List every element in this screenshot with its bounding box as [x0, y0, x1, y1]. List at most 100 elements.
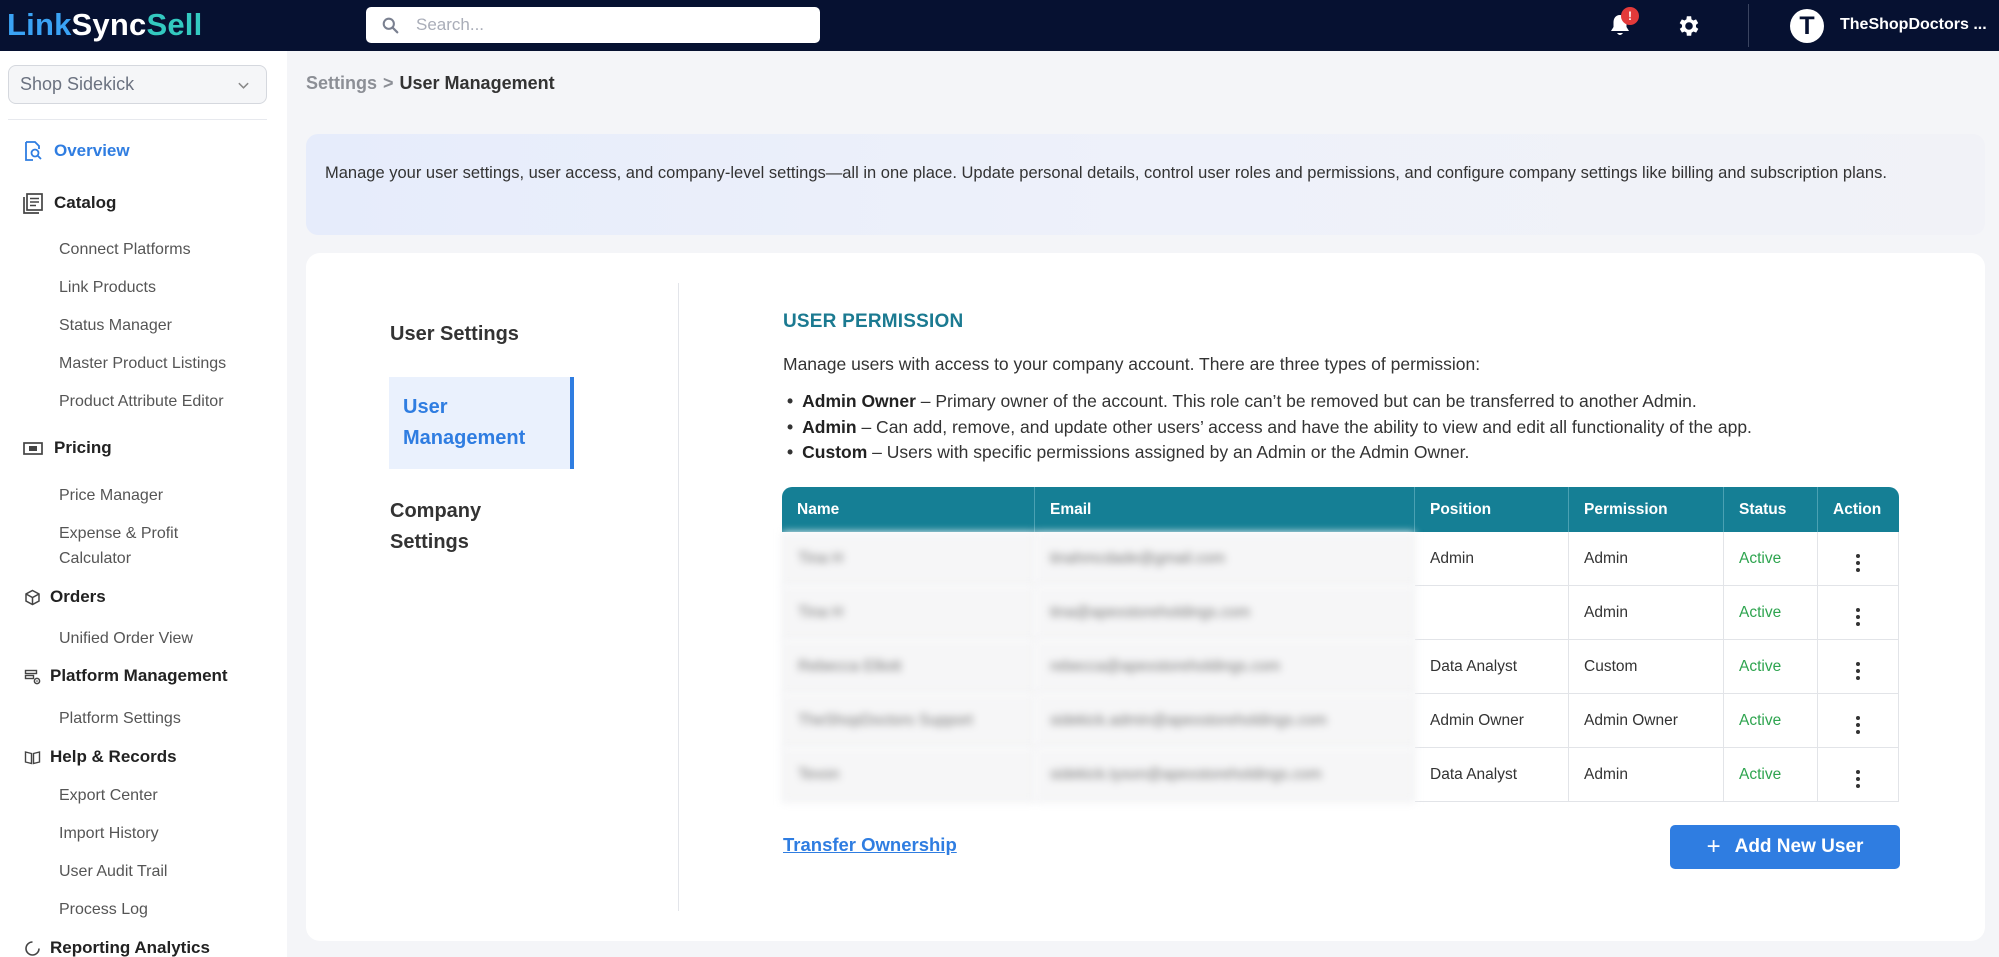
account-name[interactable]: TheShopDoctors ...	[1840, 16, 1987, 34]
status-badge: Active	[1724, 586, 1818, 640]
user-permission: Admin Owner	[1569, 694, 1724, 748]
status-badge: Active	[1724, 640, 1818, 694]
user-position: Admin	[1415, 532, 1569, 586]
sidebar-item-orders[interactable]: Orders	[24, 587, 106, 607]
list-item: Custom – Users with specific permissions…	[787, 440, 1752, 466]
box-icon	[24, 589, 41, 606]
sidebar-item-user-audit-trail[interactable]: User Audit Trail	[59, 859, 167, 884]
sidebar-item-platform-settings[interactable]: Platform Settings	[59, 706, 181, 731]
user-email: rebecca@apexstoreholdings.com	[1035, 640, 1415, 694]
more-options-icon[interactable]	[1856, 554, 1860, 572]
tab-user-management[interactable]: User Management	[389, 377, 574, 469]
sidebar-item-pricing[interactable]: Pricing	[22, 437, 112, 459]
sidebar-item-help-records[interactable]: Help & Records	[24, 747, 177, 767]
user-email: sidekick.admin@apexstoreholdings.com	[1035, 694, 1415, 748]
user-email: tina@apexstoreholdings.com	[1035, 586, 1415, 640]
table-row: TheShopDoctors Support sidekick.admin@ap…	[782, 694, 1899, 748]
top-bar: LinkSyncSell ! T TheShopDoctors ...	[0, 0, 1999, 51]
book-icon	[24, 749, 41, 766]
breadcrumb-current: User Management	[399, 73, 555, 93]
more-options-icon[interactable]	[1856, 608, 1860, 626]
sidebar-item-platform-management[interactable]: Platform Management	[24, 666, 228, 686]
table-header-row: Name Email Position Permission Status Ac…	[782, 487, 1899, 532]
permission-types-list: Admin Owner – Primary owner of the accou…	[787, 389, 1752, 466]
sidebar-item-product-attribute-editor[interactable]: Product Attribute Editor	[59, 389, 224, 414]
sidebar-item-import-history[interactable]: Import History	[59, 821, 159, 846]
table-row: Tina H tinahmcdade@gmail.com Admin Admin…	[782, 532, 1899, 586]
permission-type-desc: – Can add, remove, and update other user…	[856, 416, 1752, 437]
permission-description: Manage users with access to your company…	[783, 354, 1481, 374]
user-permission: Admin	[1569, 748, 1724, 802]
column-header-email[interactable]: Email	[1035, 487, 1415, 532]
user-permission: Admin	[1569, 532, 1724, 586]
user-name: TheShopDoctors Support	[782, 694, 1035, 748]
sidebar-item-link-products[interactable]: Link Products	[59, 275, 156, 300]
logo-part-sync: Sync	[71, 7, 147, 42]
logo-part-sell: Sell	[146, 7, 203, 42]
tabs-divider	[678, 283, 679, 911]
notification-button[interactable]: !	[1606, 7, 1639, 39]
user-name: Tina H	[782, 532, 1035, 586]
user-name: Rebecca Elliott	[782, 640, 1035, 694]
column-header-permission[interactable]: Permission	[1569, 487, 1724, 532]
column-header-status[interactable]: Status	[1724, 487, 1818, 532]
shop-selector[interactable]: Shop Sidekick	[8, 65, 267, 104]
sidebar-item-reporting-analytics[interactable]: Reporting Analytics	[24, 938, 210, 957]
sidebar-item-status-manager[interactable]: Status Manager	[59, 313, 172, 338]
status-badge: Active	[1724, 694, 1818, 748]
user-position: Admin Owner	[1415, 694, 1569, 748]
transfer-ownership-link[interactable]: Transfer Ownership	[783, 834, 957, 856]
user-email: sidekick.tyson@apexstoreholdings.com	[1035, 748, 1415, 802]
sidebar-item-label: Catalog	[54, 193, 117, 212]
row-action	[1818, 748, 1899, 802]
list-item: Admin – Can add, remove, and update othe…	[787, 415, 1752, 441]
sidebar-item-unified-order-view[interactable]: Unified Order View	[59, 626, 193, 651]
sidebar-item-price-manager[interactable]: Price Manager	[59, 483, 163, 508]
column-header-position[interactable]: Position	[1415, 487, 1569, 532]
more-options-icon[interactable]	[1856, 716, 1860, 734]
add-new-user-label: Add New User	[1734, 836, 1864, 857]
sidebar-item-export-center[interactable]: Export Center	[59, 783, 158, 808]
catalog-icon	[22, 192, 44, 214]
platform-settings-icon	[24, 668, 41, 685]
sidebar-item-process-log[interactable]: Process Log	[59, 897, 148, 922]
tab-user-settings[interactable]: User Settings	[390, 319, 519, 350]
tab-company-settings[interactable]: Company Settings	[390, 496, 540, 558]
sidebar-item-expense-profit-calculator[interactable]: Expense & Profit Calculator	[59, 521, 229, 571]
pricing-icon	[22, 437, 44, 459]
user-position: Data Analyst	[1415, 748, 1569, 802]
sidebar-divider	[8, 119, 267, 120]
row-action	[1818, 640, 1899, 694]
status-badge: Active	[1724, 748, 1818, 802]
users-table: Name Email Position Permission Status Ac…	[782, 487, 1899, 802]
app-logo[interactable]: LinkSyncSell	[7, 7, 202, 43]
sidebar-item-label: Help & Records	[50, 747, 177, 766]
sidebar-item-catalog[interactable]: Catalog	[22, 192, 116, 214]
sidebar-item-label: Orders	[50, 587, 106, 606]
settings-button[interactable]	[1676, 13, 1702, 39]
sidebar-item-master-product-listings[interactable]: Master Product Listings	[59, 351, 226, 376]
gear-icon	[1679, 16, 1699, 36]
table-row: Rebecca Elliott rebecca@apexstoreholding…	[782, 640, 1899, 694]
table-row: Tevon sidekick.tyson@apexstoreholdings.c…	[782, 748, 1899, 802]
user-name: Tevon	[782, 748, 1035, 802]
avatar[interactable]: T	[1790, 9, 1824, 43]
status-badge: Active	[1724, 532, 1818, 586]
breadcrumb: Settings > User Management	[306, 73, 555, 94]
logo-part-link: Link	[7, 7, 72, 42]
more-options-icon[interactable]	[1856, 662, 1860, 680]
permission-type-name: Admin	[802, 416, 857, 437]
sidebar-item-label: Pricing	[54, 438, 112, 457]
sidebar-item-connect-platforms[interactable]: Connect Platforms	[59, 237, 191, 262]
search-bar[interactable]	[366, 7, 820, 43]
sidebar-item-overview[interactable]: Overview	[22, 140, 130, 162]
analytics-icon	[24, 940, 41, 957]
more-options-icon[interactable]	[1856, 770, 1860, 788]
column-header-name[interactable]: Name	[782, 487, 1035, 532]
breadcrumb-settings[interactable]: Settings	[306, 73, 377, 93]
add-new-user-button[interactable]: + Add New User	[1670, 825, 1900, 869]
permission-type-desc: – Users with specific permissions assign…	[867, 442, 1470, 462]
search-input[interactable]	[416, 15, 796, 35]
permission-type-name: Custom	[802, 442, 868, 462]
info-banner: Manage your user settings, user access, …	[306, 134, 1985, 235]
